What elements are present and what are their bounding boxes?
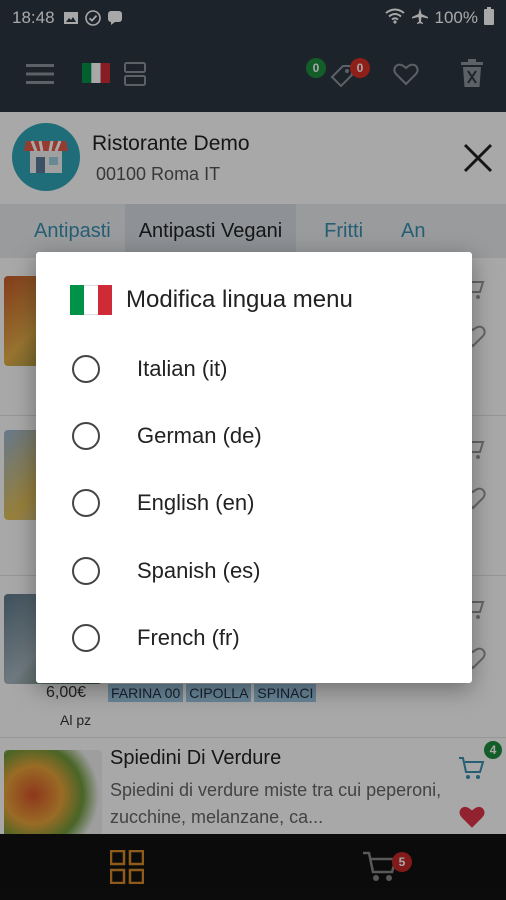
language-option-it[interactable]: Italian (it) (36, 336, 472, 400)
italian-flag-icon (70, 285, 112, 315)
language-option-fr[interactable]: French (fr) (36, 605, 472, 669)
option-label: German (de) (137, 423, 262, 448)
option-label: English (en) (137, 490, 255, 515)
language-dialog: Modifica lingua menu Italian (it) German… (36, 252, 472, 683)
radio-button[interactable] (72, 624, 100, 652)
radio-button[interactable] (72, 422, 100, 450)
option-label: Spanish (es) (137, 558, 261, 583)
language-option-en[interactable]: English (en) (36, 470, 472, 534)
radio-button[interactable] (72, 489, 100, 517)
radio-button[interactable] (72, 355, 100, 383)
option-label: Italian (it) (137, 356, 228, 381)
radio-button[interactable] (72, 557, 100, 585)
language-option-es[interactable]: Spanish (es) (36, 538, 472, 602)
dialog-title: Modifica lingua menu (126, 286, 353, 313)
language-option-de[interactable]: German (de) (36, 403, 472, 467)
option-label: French (fr) (137, 625, 240, 650)
